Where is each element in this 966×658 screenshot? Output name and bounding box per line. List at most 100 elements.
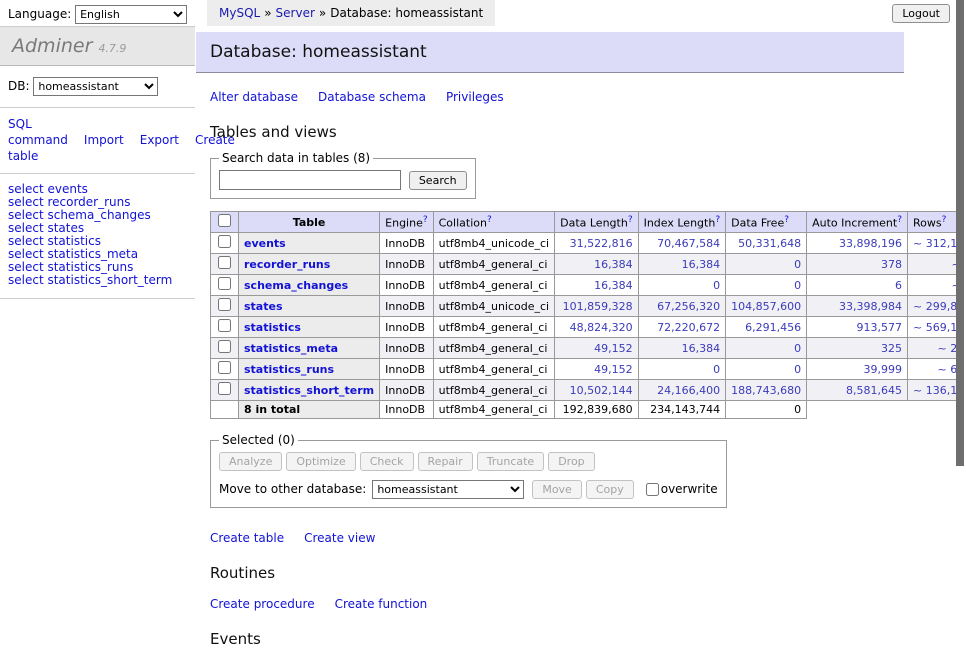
row-checkbox[interactable] <box>218 319 231 332</box>
database-action-link[interactable]: Alter database <box>210 90 298 104</box>
sidebar-table-link[interactable]: select schema_changes <box>8 208 151 222</box>
data-free-cell-link[interactable]: 0 <box>794 258 801 271</box>
scrollbar[interactable] <box>956 0 966 543</box>
move-row: Move to other database:homeassistantMove… <box>219 480 718 499</box>
sidebar-table-link[interactable]: select statistics_runs <box>8 260 133 274</box>
column-help-link[interactable]: ? <box>715 215 720 225</box>
auto-increment-cell-link[interactable]: 39,999 <box>864 363 903 376</box>
search-input[interactable] <box>219 170 401 190</box>
data-length-cell-link[interactable]: 101,859,328 <box>563 300 633 313</box>
data-free-cell-link[interactable]: 0 <box>794 342 801 355</box>
index-length-cell-link[interactable]: 0 <box>713 363 720 376</box>
language-select[interactable]: English <box>75 5 187 24</box>
row-checkbox[interactable] <box>218 340 231 353</box>
sidebar-action-link[interactable]: Export <box>140 133 179 147</box>
data-length-cell-link[interactable]: 49,152 <box>594 342 633 355</box>
auto-increment-cell-link[interactable]: 33,898,196 <box>839 237 902 250</box>
sidebar-table-link[interactable]: select states <box>8 221 84 235</box>
data-length-cell-link[interactable]: 49,152 <box>594 363 633 376</box>
index-length-cell-link[interactable]: 72,220,672 <box>657 321 720 334</box>
collation-cell: utf8mb4_unicode_ci <box>433 233 554 254</box>
sidebar-table-link[interactable]: select statistics_short_term <box>8 273 172 287</box>
table-name-link[interactable]: events <box>244 237 286 250</box>
db-select[interactable]: homeassistant <box>33 77 158 96</box>
breadcrumb-server-link[interactable]: Server <box>276 6 315 20</box>
auto-increment-cell-link[interactable]: 8,581,645 <box>846 384 902 397</box>
data-length-cell-link[interactable]: 16,384 <box>594 279 633 292</box>
auto-increment-cell-link[interactable]: 33,398,984 <box>839 300 902 313</box>
logout-button[interactable]: Logout <box>892 4 950 23</box>
table-name-cell: recorder_runs <box>239 254 380 275</box>
routine-link[interactable]: Create function <box>335 597 428 611</box>
sidebar-table-link[interactable]: select statistics_meta <box>8 247 138 261</box>
table-row: statistics_runsInnoDButf8mb4_general_ci4… <box>211 359 966 380</box>
sidebar-table-link[interactable]: select statistics <box>8 234 101 248</box>
move-button[interactable]: Move <box>532 480 582 499</box>
truncate-button[interactable]: Truncate <box>477 452 544 471</box>
select-all-checkbox[interactable] <box>218 214 231 227</box>
overwrite-checkbox[interactable] <box>646 483 659 496</box>
row-checkbox[interactable] <box>218 235 231 248</box>
sidebar-table-link[interactable]: select events <box>8 182 88 196</box>
data-free-cell-link[interactable]: 50,331,648 <box>738 237 801 250</box>
table-name-link[interactable]: statistics <box>244 321 301 334</box>
data-free-cell-link[interactable]: 6,291,456 <box>745 321 801 334</box>
copy-button[interactable]: Copy <box>586 480 634 499</box>
move-db-select[interactable]: homeassistant <box>372 480 524 499</box>
index-length-cell-link[interactable]: 16,384 <box>682 258 721 271</box>
data-length-cell-link[interactable]: 16,384 <box>594 258 633 271</box>
row-checkbox[interactable] <box>218 277 231 290</box>
drop-button[interactable]: Drop <box>548 452 594 471</box>
database-action-link[interactable]: Privileges <box>446 90 504 104</box>
data-free-cell-link[interactable]: 104,857,600 <box>731 300 801 313</box>
data-free-cell-link[interactable]: 0 <box>794 279 801 292</box>
row-checkbox[interactable] <box>218 361 231 374</box>
column-help-link[interactable]: ? <box>897 215 902 225</box>
table-name-link[interactable]: statistics_runs <box>244 363 334 376</box>
routine-link[interactable]: Create procedure <box>210 597 315 611</box>
index-length-cell-link[interactable]: 0 <box>713 279 720 292</box>
optimize-button[interactable]: Optimize <box>286 452 355 471</box>
routines-heading: Routines <box>210 564 904 582</box>
column-help-link[interactable]: ? <box>628 215 633 225</box>
sidebar-table-link[interactable]: select recorder_runs <box>8 195 131 209</box>
column-help-link[interactable]: ? <box>487 215 492 225</box>
index-length-cell-link[interactable]: 16,384 <box>682 342 721 355</box>
column-help-link[interactable]: ? <box>423 215 428 225</box>
column-help-link[interactable]: ? <box>942 215 947 225</box>
row-select-cell <box>211 317 239 338</box>
row-checkbox[interactable] <box>218 382 231 395</box>
index-length-cell-link[interactable]: 70,467,584 <box>657 237 720 250</box>
data-length-cell-link[interactable]: 10,502,144 <box>570 384 633 397</box>
analyze-button[interactable]: Analyze <box>219 452 282 471</box>
auto-increment-cell-link[interactable]: 913,577 <box>857 321 903 334</box>
table-name-link[interactable]: recorder_runs <box>244 258 330 271</box>
auto-increment-cell: 378 <box>807 254 908 275</box>
sidebar-action-link[interactable]: Import <box>84 133 124 147</box>
table-name-link[interactable]: statistics_meta <box>244 342 338 355</box>
column-help-link[interactable]: ? <box>784 215 789 225</box>
table-name-link[interactable]: schema_changes <box>244 279 348 292</box>
auto-increment-cell-link[interactable]: 378 <box>881 258 902 271</box>
search-button[interactable]: Search <box>409 171 467 190</box>
sidebar-action-link[interactable]: SQL command <box>8 117 68 147</box>
table-name-link[interactable]: statistics_short_term <box>244 384 374 397</box>
database-action-link[interactable]: Database schema <box>318 90 426 104</box>
data-length-cell-link[interactable]: 31,522,816 <box>570 237 633 250</box>
auto-increment-cell-link[interactable]: 6 <box>895 279 902 292</box>
index-length-cell-link[interactable]: 24,166,400 <box>657 384 720 397</box>
data-length-cell-link[interactable]: 48,824,320 <box>570 321 633 334</box>
row-checkbox[interactable] <box>218 298 231 311</box>
data-free-cell-link[interactable]: 188,743,680 <box>731 384 801 397</box>
check-button[interactable]: Check <box>360 452 414 471</box>
data-free-cell-link[interactable]: 0 <box>794 363 801 376</box>
scrollbar-thumb[interactable] <box>956 0 964 466</box>
repair-button[interactable]: Repair <box>418 452 473 471</box>
overwrite-label: overwrite <box>661 482 718 496</box>
table-row: statisticsInnoDButf8mb4_general_ci48,824… <box>211 317 966 338</box>
auto-increment-cell-link[interactable]: 325 <box>881 342 902 355</box>
breadcrumb-mysql-link[interactable]: MySQL <box>219 6 260 20</box>
table-name-link[interactable]: states <box>244 300 283 313</box>
row-checkbox[interactable] <box>218 256 231 269</box>
index-length-cell-link[interactable]: 67,256,320 <box>657 300 720 313</box>
